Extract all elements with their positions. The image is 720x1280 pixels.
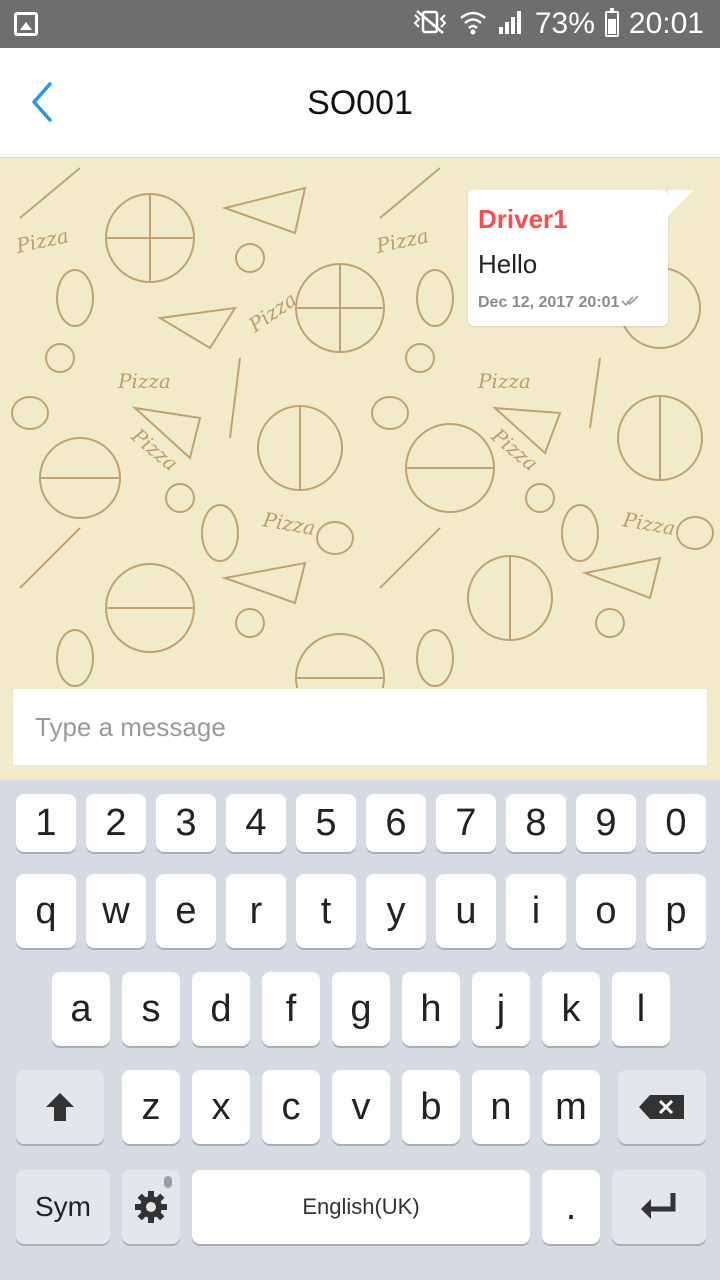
key-7[interactable]: 7 [436,794,496,852]
key-r[interactable]: r [226,874,286,948]
message-bubble[interactable]: Driver1 Hello Dec 12, 2017 20:01 [468,190,694,326]
space-key[interactable]: English(UK) [192,1170,530,1244]
enter-icon [641,1193,676,1219]
key-1[interactable]: 1 [16,794,76,852]
key-n[interactable]: n [472,1070,530,1144]
key-h[interactable]: h [402,972,460,1046]
wifi-icon [459,9,487,39]
message-timestamp: Dec 12, 2017 20:01 [478,294,620,311]
key-j[interactable]: j [472,972,530,1046]
key-o[interactable]: o [576,874,636,948]
shift-key[interactable] [16,1070,104,1144]
app-bar: SO001 [0,48,720,158]
message-input[interactable] [35,711,707,743]
status-right-group: 73% 20:01 [411,0,704,48]
page-title: SO001 [307,84,413,122]
key-l[interactable]: l [612,972,670,1046]
sym-key[interactable]: Sym [16,1170,110,1244]
chat-area[interactable]: Pizza Pizza Pizza Pizza Pizza Pizza Pizz… [0,158,720,780]
key-t[interactable]: t [296,874,356,948]
key-u[interactable]: u [436,874,496,948]
key-c[interactable]: c [262,1070,320,1144]
pattern-word: Pizza [477,369,531,393]
backspace-icon [639,1095,684,1119]
battery-percent: 73% [534,7,595,40]
pattern-word: Pizza [243,287,301,338]
mic-icon [164,1176,172,1188]
key-e[interactable]: e [156,874,216,948]
key-8[interactable]: 8 [506,794,566,852]
key-4[interactable]: 4 [226,794,286,852]
key-k[interactable]: k [542,972,600,1046]
key-y[interactable]: y [366,874,426,948]
enter-key[interactable] [612,1170,706,1244]
key-m[interactable]: m [542,1070,600,1144]
key-6[interactable]: 6 [366,794,426,852]
image-notification-icon [14,12,38,36]
signal-icon [497,9,525,39]
key-i[interactable]: i [506,874,566,948]
key-9[interactable]: 9 [576,794,636,852]
message-meta: Dec 12, 2017 20:01 [478,294,658,312]
key-v[interactable]: v [332,1070,390,1144]
gear-icon [135,1191,167,1223]
status-bar: 73% 20:01 [0,0,720,48]
shift-arrow-icon [46,1093,74,1121]
key-0[interactable]: 0 [646,794,706,852]
mute-vibrate-icon [411,9,449,39]
pattern-word: Pizza [620,507,677,540]
period-key[interactable]: . [542,1170,600,1244]
key-b[interactable]: b [402,1070,460,1144]
key-p[interactable]: p [646,874,706,948]
clock: 20:01 [628,7,704,40]
message-sender: Driver1 [478,204,568,234]
pattern-word: Pizza [373,223,431,258]
pattern-word: Pizza [260,507,317,540]
key-d[interactable]: d [192,972,250,1046]
battery-icon [604,8,619,37]
double-check-icon [621,294,640,312]
compose-bar [12,688,708,766]
settings-key[interactable] [122,1170,180,1244]
key-s[interactable]: s [122,972,180,1046]
keyboard: 1 2 3 4 5 6 7 8 9 0 q w e r t y u i o p … [0,780,720,1280]
message-text: Hello [478,249,538,279]
key-q[interactable]: q [16,874,76,948]
pattern-word: Pizza [126,423,183,476]
key-2[interactable]: 2 [86,794,146,852]
key-a[interactable]: a [52,972,110,1046]
key-5[interactable]: 5 [296,794,356,852]
pattern-word: Pizza [117,369,171,393]
pattern-word: Pizza [13,223,71,258]
key-z[interactable]: z [122,1070,180,1144]
key-3[interactable]: 3 [156,794,216,852]
key-w[interactable]: w [86,874,146,948]
backspace-key[interactable] [618,1070,706,1144]
key-x[interactable]: x [192,1070,250,1144]
key-g[interactable]: g [332,972,390,1046]
key-f[interactable]: f [262,972,320,1046]
